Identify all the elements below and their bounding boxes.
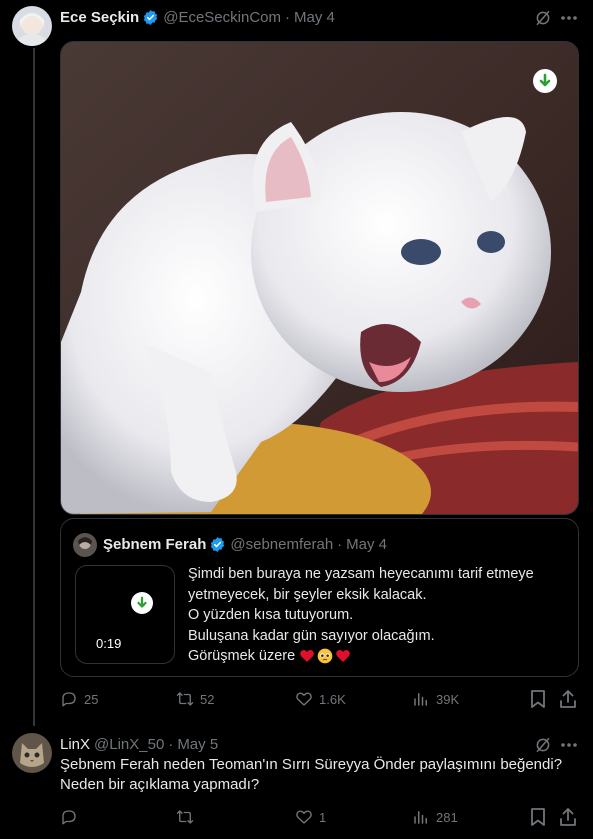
author-name[interactable]: LinX <box>60 736 90 753</box>
download-icon[interactable] <box>131 592 153 614</box>
views-button[interactable]: 281 <box>412 808 458 826</box>
author-handle[interactable]: @EceSeckinCom <box>163 9 281 26</box>
quote-video-thumbnail[interactable]: 0:19 <box>75 565 175 664</box>
share-icon <box>560 808 576 826</box>
retweet-button[interactable]: 52 <box>176 690 214 708</box>
like-count: 1.6K <box>319 691 346 707</box>
views-icon <box>414 811 427 824</box>
author-handle[interactable]: @LinX_50 <box>94 736 164 753</box>
author-name[interactable]: Ece Seçkin <box>60 9 139 26</box>
views-button[interactable]: 39K <box>412 690 459 708</box>
bookmark-button[interactable] <box>529 690 547 708</box>
views-icon <box>414 693 427 706</box>
retweet-button[interactable] <box>176 808 200 826</box>
verified-badge-icon <box>211 536 225 552</box>
quote-line: Şimdi ben buraya ne yazsam heyecanımı ta… <box>188 566 534 582</box>
quoted-tweet[interactable]: Şebnem Ferah @sebnemferah · May 4 0:19 Ş… <box>60 518 579 677</box>
download-icon[interactable] <box>533 69 557 93</box>
reply-icon <box>62 692 76 707</box>
red-heart-emoji <box>336 650 351 663</box>
thread-connector-line <box>33 48 35 726</box>
avatar[interactable] <box>12 6 52 46</box>
quote-date: May 4 <box>346 535 388 553</box>
tweet-line: Neden bir açıklama yapmadı? <box>60 776 260 793</box>
share-icon <box>560 690 576 708</box>
quote-header: Şebnem Ferah @sebnemferah · May 4 <box>103 534 387 554</box>
grok-icon[interactable] <box>533 8 553 28</box>
share-button[interactable] <box>559 808 577 826</box>
separator-dot: · <box>285 8 290 26</box>
avatar[interactable] <box>12 733 52 773</box>
red-heart-emoji <box>300 650 315 663</box>
reply-icon <box>62 810 76 825</box>
quote-line-last: Görüşmek üzere <box>188 646 568 667</box>
quote-line: Buluşana kadar gün sayıyor olacağım. <box>188 627 435 644</box>
retweet-icon <box>176 692 194 706</box>
avatar-image <box>12 6 52 46</box>
views-count: 281 <box>436 809 458 825</box>
quote-author-handle: @sebnemferah <box>230 535 334 553</box>
reply-button[interactable]: 25 <box>60 690 98 708</box>
quote-line: Görüşmek üzere <box>188 648 296 664</box>
bookmark-icon <box>531 690 545 708</box>
heart-icon <box>296 692 312 706</box>
bookmark-button[interactable] <box>529 808 547 826</box>
retweet-icon <box>176 810 194 824</box>
like-button[interactable]: 1 <box>295 808 326 826</box>
reply-count: 25 <box>84 691 99 707</box>
quote-line: O yüzden kısa tutuyorum. <box>188 607 354 623</box>
views-count: 39K <box>436 691 460 707</box>
more-options-icon[interactable] <box>558 735 580 755</box>
reply-button[interactable] <box>60 808 84 826</box>
quote-avatar[interactable] <box>73 533 97 557</box>
tweet-date[interactable]: May 4 <box>294 9 335 26</box>
separator-dot: · <box>168 735 174 753</box>
tweet-header: LinX @LinX_50 · May 5 <box>60 734 218 754</box>
tweet-date[interactable]: May 5 <box>177 736 218 753</box>
heart-icon <box>296 810 312 824</box>
tweet-line: Şebnem Ferah neden Teoman'ın Sırrı Sürey… <box>60 756 563 773</box>
separator-dot: · <box>337 535 343 553</box>
like-count: 1 <box>319 809 327 825</box>
verified-badge-icon <box>144 9 158 25</box>
pleading-face-emoji <box>317 648 333 664</box>
retweet-count: 52 <box>200 691 215 707</box>
bookmark-icon <box>531 808 545 826</box>
video-duration: 0:19 <box>96 636 122 651</box>
share-button[interactable] <box>559 690 577 708</box>
grok-icon[interactable] <box>533 735 553 755</box>
kitten-image <box>61 42 578 514</box>
quote-line: yetmeyecek, bir şeyler eksik kalacak. <box>188 586 427 603</box>
like-button[interactable]: 1.6K <box>295 690 346 708</box>
tweet-media-image[interactable] <box>60 41 579 515</box>
more-options-icon[interactable] <box>558 8 580 28</box>
tweet-text: Şebnem Ferah neden Teoman'ın Sırrı Sürey… <box>60 755 580 795</box>
tweet-header: Ece Seçkin @EceSeckinCom · May 4 <box>60 7 335 27</box>
cat-avatar-image <box>12 733 52 773</box>
quote-text: Şimdi ben buraya ne yazsam heyecanımı ta… <box>188 564 568 667</box>
quote-author-name[interactable]: Şebnem Ferah <box>103 536 206 553</box>
